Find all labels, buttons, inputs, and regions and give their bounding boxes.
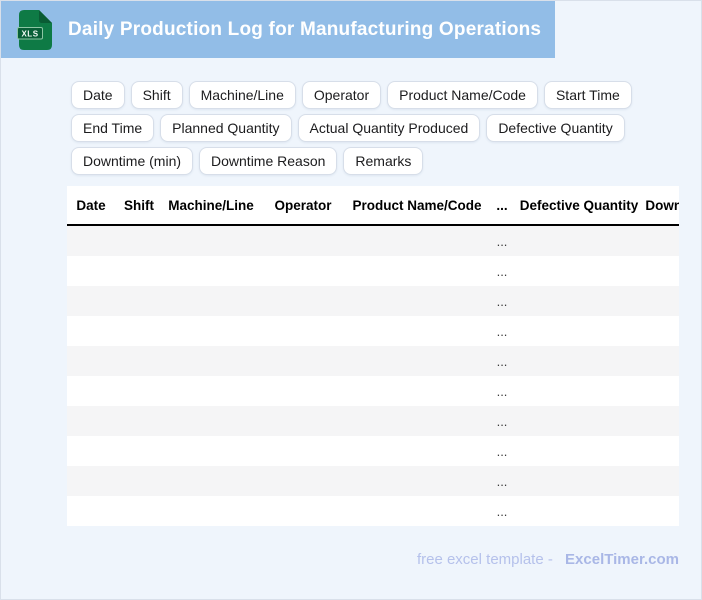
page: XLS Daily Production Log for Manufacturi… — [0, 0, 702, 600]
production-log-table: Date Shift Machine/Line Operator Product… — [67, 186, 679, 526]
ellipsis-cell: ... — [496, 323, 508, 339]
column-header: Shift — [115, 186, 163, 226]
xls-badge-text: XLS — [21, 29, 38, 38]
column-chip[interactable]: Remarks — [343, 147, 424, 175]
ellipsis-cell: ... — [496, 233, 508, 249]
table-header-row: Date Shift Machine/Line Operator Product… — [67, 186, 679, 226]
column-chip[interactable]: Shift — [130, 81, 183, 109]
ellipsis-cell: ... — [496, 383, 508, 399]
footer-credit: free excel template - ExcelTimer.com — [417, 551, 679, 569]
column-chip[interactable]: Defective Quantity — [486, 114, 625, 142]
column-chip[interactable]: Actual Quantity Produced — [297, 114, 481, 142]
header-bar: XLS Daily Production Log for Manufacturi… — [1, 1, 555, 58]
ellipsis-cell: ... — [496, 503, 508, 519]
table-preview-container: Date Shift Machine/Line Operator Product… — [67, 186, 679, 526]
page-title: Daily Production Log for Manufacturing O… — [68, 19, 542, 40]
table-row: ... — [67, 225, 679, 256]
ellipsis-cell: ... — [496, 443, 508, 459]
table-row: ... — [67, 346, 679, 376]
column-chip[interactable]: Operator — [301, 81, 382, 109]
table-row: ... — [67, 496, 679, 526]
column-chip[interactable]: End Time — [71, 114, 155, 142]
table-row: ... — [67, 256, 679, 286]
table-row: ... — [67, 436, 679, 466]
ellipsis-cell: ... — [496, 263, 508, 279]
table-row: ... — [67, 466, 679, 496]
ellipsis-cell: ... — [496, 413, 508, 429]
footer-text: free excel template - — [416, 551, 553, 568]
ellipsis-cell: ... — [496, 353, 508, 369]
column-chip[interactable]: Downtime Reason — [199, 147, 338, 175]
column-chip[interactable]: Machine/Line — [188, 81, 296, 109]
ellipsis-cell: ... — [496, 473, 508, 489]
column-header: Downtime (min) — [641, 186, 679, 226]
column-header: Defective Quantity — [517, 186, 641, 226]
column-chip[interactable]: Product Name/Code — [387, 81, 538, 109]
table-row: ... — [67, 316, 679, 346]
column-header: Machine/Line — [163, 186, 259, 226]
footer-brand-link[interactable]: ExcelTimer.com — [565, 551, 679, 568]
column-chip[interactable]: Start Time — [543, 81, 632, 109]
column-header: Product Name/Code — [347, 186, 487, 226]
table-row: ... — [67, 376, 679, 406]
ellipsis-cell: ... — [496, 293, 508, 309]
table-row: ... — [67, 406, 679, 436]
table-row: ... — [67, 286, 679, 316]
xls-file-icon: XLS — [17, 9, 52, 50]
column-header: Operator — [259, 186, 347, 226]
column-chip-list: Date Shift Machine/Line Operator Product… — [71, 81, 661, 175]
column-chip[interactable]: Downtime (min) — [71, 147, 194, 175]
column-chip[interactable]: Date — [71, 81, 125, 109]
column-chip[interactable]: Planned Quantity — [160, 114, 292, 142]
column-header: Date — [67, 186, 115, 226]
column-header-ellipsis: ... — [487, 186, 517, 226]
